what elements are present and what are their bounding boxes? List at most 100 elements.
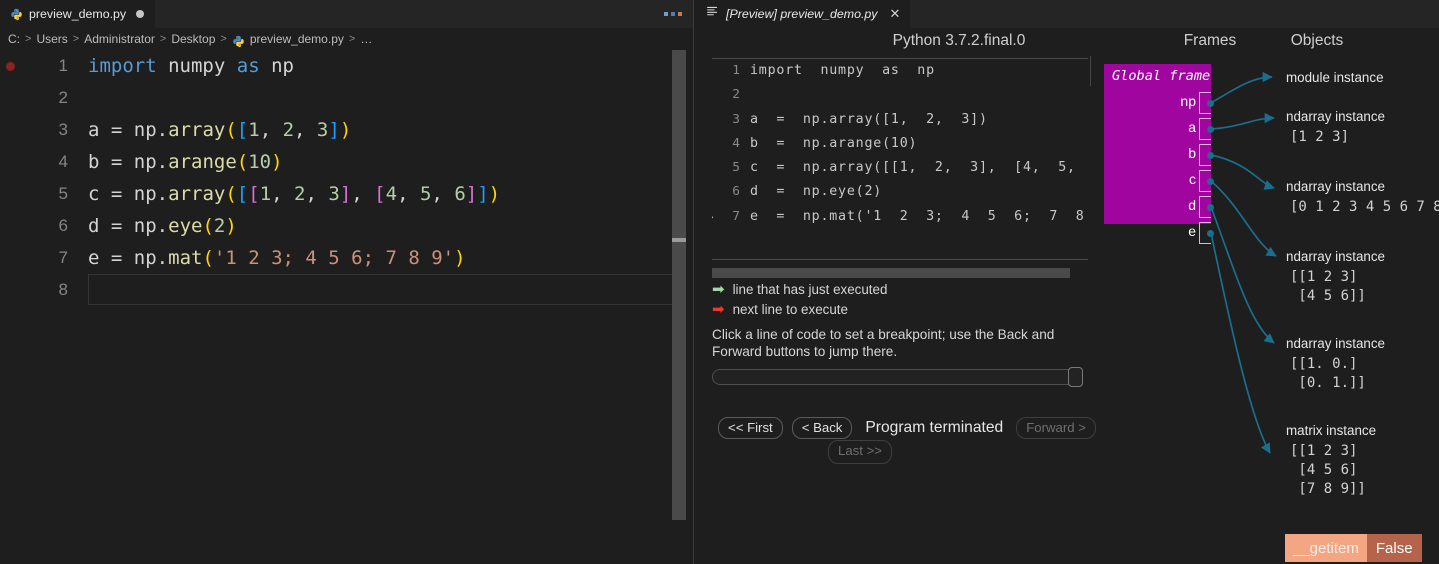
visualizer-code-line[interactable]: 1 import numpy as np (712, 59, 1088, 83)
preview-tab-bar: [Preview] preview_demo.py ✕ (694, 0, 1439, 28)
visualizer-code-line[interactable]: ➡ 7 e = np.mat('1 2 3; 4 5 6; 7 8 9' (712, 205, 1088, 229)
first-button[interactable]: << First (718, 417, 783, 439)
code-text: d = np.eye(2) (750, 184, 883, 200)
code-line[interactable]: 8 (0, 274, 694, 306)
object-value: [1 2 3] (1290, 129, 1350, 145)
code-line[interactable]: 4 b = np.arange(10) (0, 146, 694, 178)
breadcrumb-separator: > (25, 33, 32, 45)
visualizer-code-line[interactable]: 5 c = np.array([[1, 2, 3], [4, 5, 6] (712, 156, 1088, 180)
code-horizontal-scrollbar[interactable] (712, 268, 1070, 278)
code-line[interactable]: 1 import numpy as np (0, 50, 694, 82)
code-token: = (99, 119, 134, 141)
back-button[interactable]: < Back (791, 417, 853, 439)
frame-variable-slot (1199, 222, 1214, 244)
code-token: np (133, 119, 157, 141)
code-token: 2 (213, 215, 226, 237)
breadcrumb-item-2[interactable]: Administrator (84, 32, 155, 46)
code-token: . (156, 247, 169, 269)
code-token: 2 (294, 183, 306, 205)
frame-variable-d: d (1188, 197, 1196, 213)
code-token: = (99, 183, 134, 205)
code-token: 10 (248, 151, 272, 173)
breadcrumb-item-5[interactable]: … (360, 32, 372, 46)
line-number: 6 (732, 184, 740, 200)
visualizer-code-line[interactable]: 3 a = np.array([1, 2, 3]) (712, 108, 1088, 132)
editor-scrollbar[interactable] (672, 50, 686, 564)
code-token: mat (168, 247, 203, 269)
object-type-label: ndarray instance (1286, 249, 1385, 264)
code-token: , (351, 183, 375, 205)
last-button[interactable]: Last >> (828, 440, 892, 464)
frame-variable-slot (1199, 118, 1214, 140)
slider-handle[interactable] (1068, 367, 1083, 387)
code-editor[interactable]: 1 import numpy as np 2 3 a = np.array([1, 2,… (0, 50, 694, 564)
object-card: ndarray instance [1 2 3] (1286, 109, 1385, 147)
code-token: . (156, 183, 169, 205)
code-token: . (156, 151, 169, 173)
green-arrow-icon: ➡ (712, 205, 714, 229)
code-token: ) (271, 151, 283, 173)
code-token: ) (225, 215, 237, 237)
code-line[interactable]: 3a = np.array([1, 2, 3]) (0, 114, 694, 146)
breadcrumb-item-3[interactable]: Desktop (171, 32, 215, 46)
code-token: , (397, 183, 420, 205)
visualizer-code-line[interactable]: 4 b = np.arange(10) (712, 132, 1088, 156)
preview-tab-label: [Preview] preview_demo.py (726, 7, 878, 21)
tab-preview-visualizer[interactable]: [Preview] preview_demo.py ✕ (694, 0, 911, 28)
tab-preview-demo-py[interactable]: preview_demo.py (0, 0, 156, 28)
code-line[interactable]: 7 e = np.mat('1 2 3; 4 5 6; 7 8 9') (0, 242, 694, 274)
more-dot-1 (664, 12, 668, 16)
object-type-label: ndarray instance (1286, 109, 1385, 124)
code-token: [ (236, 183, 249, 205)
preview-icon (706, 5, 719, 23)
code-text: c = np.array([[1, 2, 3], [4, 5, 6]]) (88, 178, 500, 210)
more-dot-3 (678, 12, 682, 16)
code-line[interactable]: 5c = np.array([[1, 2, 3], [4, 5, 6]]) (0, 178, 694, 210)
python-file-icon (232, 35, 245, 48)
object-card: ndarray instance [0 1 2 3 4 5 6 7 8 9] (1286, 179, 1439, 217)
code-token: , (431, 183, 455, 205)
code-token: '1 2 3; 4 5 6; 7 8 9' (213, 247, 455, 269)
execution-step-slider[interactable] (712, 367, 1083, 387)
code-token: [ (236, 119, 249, 141)
line-number: 7 (58, 248, 68, 267)
red-arrow-icon: ➡ (712, 300, 725, 318)
code-token: . (156, 215, 169, 237)
code-token: np (271, 55, 294, 77)
code-token: 3 (316, 119, 329, 141)
breadcrumb-item-1[interactable]: Users (36, 32, 67, 46)
code-token: = (99, 247, 134, 269)
breadcrumb-item-4[interactable]: preview_demo.py (250, 32, 344, 46)
code-token: = (99, 215, 134, 237)
code-token: eye (168, 215, 203, 237)
object-card: ndarray instance [[1. 0.] [0. 1.]] (1286, 336, 1385, 393)
editor-overview-marker (672, 238, 686, 242)
tab-dirty-indicator[interactable] (136, 10, 145, 18)
forward-button[interactable]: Forward > (1016, 417, 1096, 439)
pointer-dot (1207, 126, 1214, 133)
frame-variable-slot (1199, 170, 1214, 192)
code-token: , (271, 183, 295, 205)
python-file-icon (10, 8, 23, 21)
code-token: a (88, 119, 100, 141)
editor-scrollbar-thumb[interactable] (672, 50, 686, 520)
breadcrumb-item-0[interactable]: C: (8, 32, 20, 46)
close-icon[interactable]: ✕ (890, 6, 901, 22)
editor-pane: preview_demo.py C: > Users > Administrat… (0, 0, 694, 564)
pointer-dot (1207, 204, 1214, 211)
more-dot-2 (671, 12, 675, 16)
visualizer-code-line[interactable]: 6 d = np.eye(2) (712, 180, 1088, 204)
code-token: ] (477, 183, 489, 205)
code-line[interactable]: 2 (0, 82, 694, 114)
code-token: ] (465, 183, 478, 205)
line-number: 2 (732, 87, 740, 103)
code-token: array (168, 119, 226, 141)
object-card: module instance (1286, 70, 1384, 85)
getitem-key: __getitem (1285, 534, 1367, 562)
code-line[interactable]: 6 d = np.eye(2) (0, 210, 694, 242)
line-number: 3 (58, 120, 68, 139)
visualizer-code-line[interactable]: 2 (712, 83, 1088, 107)
editor-more-actions-button[interactable] (664, 0, 682, 28)
visualizer-code-display[interactable]: 1 import numpy as np 2 3 a = np.array([1, 2,… (712, 58, 1088, 260)
